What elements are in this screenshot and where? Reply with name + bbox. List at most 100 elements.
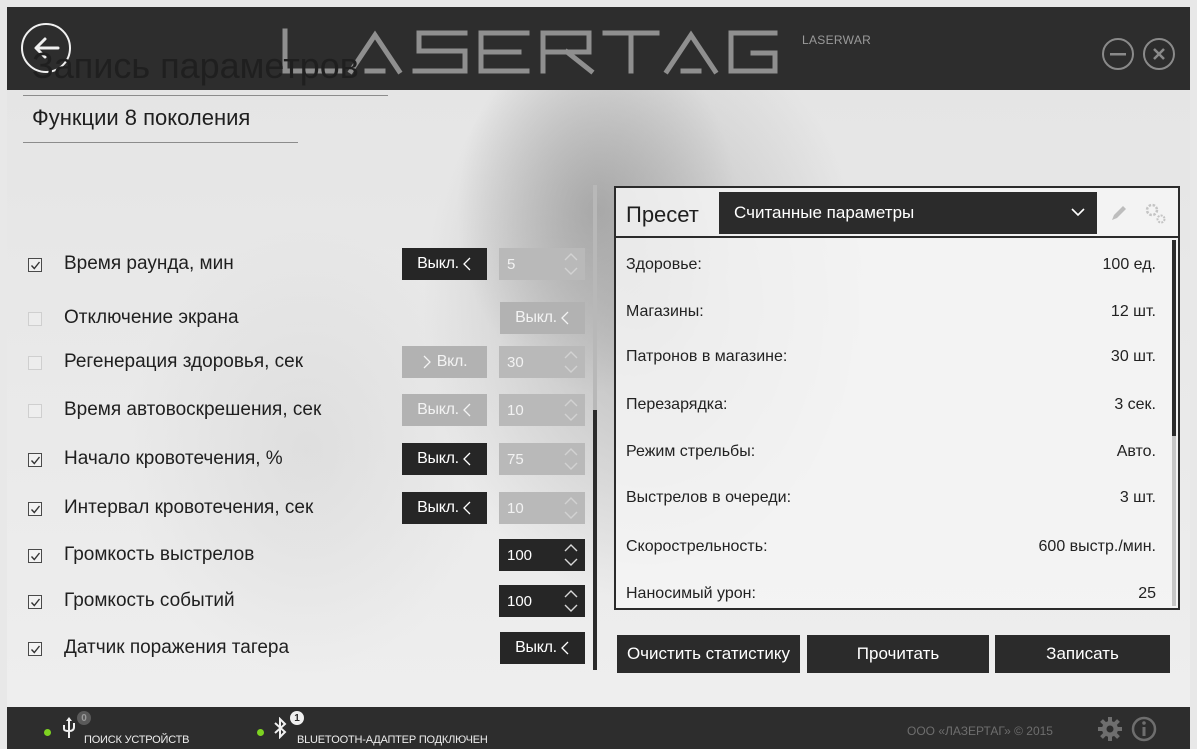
preset-label: Пресет	[626, 202, 699, 227]
toggle-label: Выкл.	[515, 639, 557, 656]
chevron-right-icon	[422, 355, 432, 369]
setting-row: Время раунда, мин Выкл. 5	[23, 243, 593, 287]
parameter-row: Здоровье: 100 ед.	[626, 256, 1156, 280]
parameter-value: Авто.	[1116, 443, 1156, 460]
spinner-arrows-icon[interactable]	[563, 495, 579, 525]
divider	[23, 95, 388, 96]
setting-checkbox[interactable]	[28, 595, 42, 609]
clear-statistics-button[interactable]: Очистить статистику	[617, 635, 800, 673]
setting-row: Регенерация здоровья, сек Вкл. 30	[23, 341, 593, 385]
spinner-arrows-icon[interactable]	[563, 349, 579, 379]
parameter-value: 100 ед.	[1102, 256, 1156, 273]
setting-label: Громкость выстрелов	[64, 544, 255, 565]
spinner-arrows-icon[interactable]	[563, 446, 579, 476]
setting-row: Начало кровотечения, % Выкл. 75	[23, 438, 593, 482]
preset-panel: Пресет Считанные параметры Здоровье: 100 …	[614, 186, 1180, 610]
setting-toggle-button[interactable]: Выкл.	[402, 443, 487, 475]
preset-dropdown[interactable]: Считанные параметры	[719, 192, 1097, 234]
setting-checkbox[interactable]	[28, 258, 42, 272]
parameter-row: Скорострельность: 600 выстр./мин.	[626, 538, 1156, 562]
setting-checkbox[interactable]	[28, 312, 42, 326]
parameter-label: Перезарядка:	[626, 396, 728, 413]
setting-toggle-button[interactable]: Выкл.	[500, 302, 585, 334]
minimize-button[interactable]	[1102, 38, 1134, 70]
setting-row: Громкость выстрелов 100	[23, 534, 593, 578]
checkmark-icon	[30, 505, 41, 514]
parameter-label: Магазины:	[626, 303, 704, 320]
spinner-arrows-icon[interactable]	[563, 397, 579, 427]
parameter-value: 30 шт.	[1110, 348, 1156, 365]
setting-toggle-button[interactable]: Выкл.	[500, 632, 585, 664]
settings-scrollbar-thumb[interactable]	[593, 410, 597, 670]
status-bar: 0 ПОИСК УСТРОЙСТВ 1 BLUETOOTH-АДАПТЕР ПО…	[7, 707, 1190, 749]
info-icon[interactable]	[1131, 716, 1157, 742]
spinner-value: 30	[507, 353, 524, 371]
parameter-value: 3 сек.	[1114, 396, 1156, 413]
setting-row: Датчик поражения тагера Выкл.	[23, 627, 593, 671]
setting-value-spinner[interactable]: 100	[499, 539, 585, 571]
usb-device-count: 0	[77, 711, 91, 725]
setting-label: Громкость событий	[64, 590, 235, 611]
preset-selected-value: Считанные параметры	[734, 203, 915, 222]
gear-icon[interactable]	[1143, 201, 1167, 225]
parameters-scrollbar-thumb[interactable]	[1172, 240, 1176, 436]
bluetooth-icon[interactable]	[273, 717, 287, 739]
chevron-left-icon	[462, 403, 472, 417]
parameter-value: 25	[1138, 585, 1156, 602]
setting-value-spinner[interactable]: 100	[499, 585, 585, 617]
spinner-value: 10	[507, 401, 524, 419]
bluetooth-status-dot	[257, 729, 264, 736]
setting-value-spinner[interactable]: 75	[499, 443, 585, 475]
setting-toggle-button[interactable]: Вкл.	[402, 346, 487, 378]
parameter-row: Перезарядка: 3 сек.	[626, 396, 1156, 420]
setting-label: Время раунда, мин	[64, 253, 234, 274]
close-button[interactable]	[1143, 38, 1175, 70]
setting-toggle-button[interactable]: Выкл.	[402, 492, 487, 524]
spinner-value: 10	[507, 499, 524, 517]
bluetooth-device-count: 1	[290, 711, 304, 725]
setting-checkbox[interactable]	[28, 356, 42, 370]
pencil-icon[interactable]	[1109, 203, 1129, 223]
setting-value-spinner[interactable]: 10	[499, 394, 585, 426]
setting-label: Отключение экрана	[64, 307, 239, 328]
toggle-label: Выкл.	[417, 401, 459, 418]
divider	[23, 142, 298, 143]
toggle-label: Выкл.	[417, 499, 459, 516]
parameter-label: Патронов в магазине:	[626, 348, 788, 365]
setting-value-spinner[interactable]: 10	[499, 492, 585, 524]
spinner-value: 5	[507, 255, 516, 273]
spinner-arrows-icon[interactable]	[563, 542, 579, 572]
checkmark-icon	[30, 456, 41, 465]
parameter-label: Режим стрельбы:	[626, 443, 756, 460]
setting-toggle-button[interactable]: Выкл.	[402, 394, 487, 426]
copyright: ООО «ЛАЗЕРТАГ» © 2015	[907, 724, 1053, 738]
setting-label: Начало кровотечения, %	[64, 448, 283, 469]
bluetooth-status-text: BLUETOOTH-АДАПТЕР ПОДКЛЮЧЕН	[297, 734, 488, 746]
spinner-arrows-icon[interactable]	[563, 588, 579, 618]
write-button[interactable]: Записать	[995, 635, 1170, 673]
spinner-arrows-icon[interactable]	[563, 251, 579, 281]
setting-toggle-button[interactable]: Выкл.	[402, 248, 487, 280]
settings-gear-icon[interactable]	[1097, 716, 1123, 742]
setting-value-spinner[interactable]: 30	[499, 346, 585, 378]
setting-checkbox[interactable]	[28, 453, 42, 467]
read-button[interactable]: Прочитать	[807, 635, 989, 673]
setting-label: Датчик поражения тагера	[64, 637, 290, 658]
parameter-row: Наносимый урон: 25	[626, 585, 1156, 609]
setting-value-spinner[interactable]: 5	[499, 248, 585, 280]
setting-checkbox[interactable]	[28, 549, 42, 563]
usb-icon[interactable]	[61, 717, 77, 739]
toggle-label: Выкл.	[417, 255, 459, 272]
setting-checkbox[interactable]	[28, 404, 42, 418]
setting-checkbox[interactable]	[28, 502, 42, 516]
checkmark-icon	[30, 598, 41, 607]
logo-subtext: LASERWAR	[802, 33, 872, 47]
chevron-left-icon	[560, 311, 570, 325]
chevron-left-icon	[462, 452, 472, 466]
setting-checkbox[interactable]	[28, 642, 42, 656]
parameter-row: Выстрелов в очереди: 3 шт.	[626, 489, 1156, 513]
parameter-label: Наносимый урон:	[626, 585, 756, 602]
parameter-label: Выстрелов в очереди:	[626, 489, 792, 506]
chevron-down-icon	[1071, 208, 1085, 217]
usb-status-text: ПОИСК УСТРОЙСТВ	[84, 734, 190, 746]
